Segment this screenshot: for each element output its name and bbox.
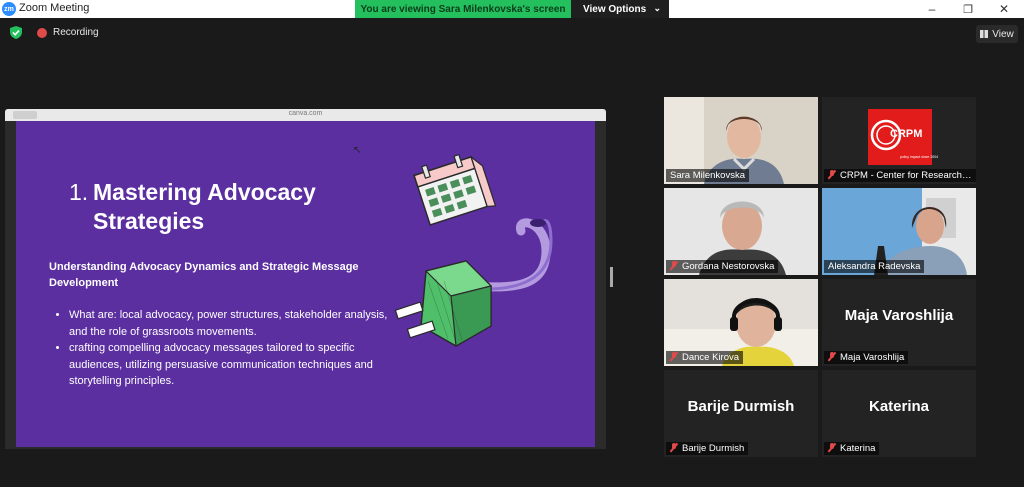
participant-name: Maja Varoshlija (824, 351, 909, 364)
muted-mic-icon (670, 443, 678, 452)
view-button-label: View (992, 28, 1014, 40)
participant-tile-sara[interactable]: Sara Milenkovska (664, 97, 818, 184)
chevron-down-icon: ⌄ (653, 3, 661, 13)
slide-title: 1. Mastering Advocacy Strategies (69, 178, 369, 236)
mouse-cursor-icon: ↖ (353, 145, 362, 156)
crpm-logo-text: CRPM (890, 128, 923, 140)
muted-mic-icon (828, 352, 836, 361)
slide-title-line1: Mastering Advocacy (93, 179, 316, 205)
restore-icon: ❐ (963, 3, 973, 16)
security-shield-icon[interactable] (10, 26, 22, 39)
shared-browser-bar: canva.com (5, 109, 606, 121)
minimize-button[interactable]: – (914, 0, 950, 18)
participant-tile-gordana[interactable]: Gordana Nestorovska (664, 188, 818, 275)
participant-tile-aleksandra[interactable]: Aleksandra Radevska (822, 188, 976, 275)
muted-mic-icon (828, 443, 836, 452)
slide-subtitle: Understanding Advocacy Dynamics and Stra… (49, 261, 359, 289)
participant-name: Barije Durmish (666, 442, 749, 455)
participant-name: Aleksandra Radevska (824, 260, 925, 273)
participant-name-placeholder: Katerina (868, 398, 930, 415)
viewing-screen-banner: You are viewing Sara Milenkovska's scree… (355, 0, 571, 18)
participant-name: Dance Kirova (666, 351, 744, 364)
view-button[interactable]: View (976, 25, 1018, 43)
maximize-button[interactable]: ❐ (950, 0, 986, 18)
slide-title-line2: Strategies (93, 208, 205, 234)
participant-tile-dance[interactable]: Dance Kirova (664, 279, 818, 366)
muted-mic-icon (670, 352, 678, 361)
participant-name: Katerina (824, 442, 880, 455)
participant-name: Gordana Nestorovska (666, 260, 779, 273)
close-icon: ✕ (998, 2, 1010, 16)
view-options-button[interactable]: View Options ⌄ (571, 0, 669, 18)
crpm-logo-tagline: policy impact since 2004 (900, 155, 939, 159)
participant-tile-crpm[interactable]: CRPM policy impact since 2004 CRPM - Cen… (822, 97, 976, 184)
grid-view-icon (980, 30, 989, 38)
view-options-label: View Options (583, 3, 647, 15)
participant-tile-maja[interactable]: Maja Varoshlija Maja Varoshlija (822, 279, 976, 366)
participant-name-placeholder: Maja Varoshlija (844, 307, 954, 324)
meeting-top-bar: Recording View (0, 18, 1024, 48)
shared-screen: canva.com ↖ 1. Mastering Advocacy Strate… (5, 109, 606, 449)
participant-name-placeholder: Barije Durmish (687, 398, 795, 415)
muted-mic-icon (828, 170, 836, 179)
zoom-logo-icon: zm (2, 2, 16, 16)
participant-tile-katerina[interactable]: Katerina Katerina (822, 370, 976, 457)
slide-number: 1. (69, 179, 89, 205)
recording-icon (37, 28, 47, 38)
recording-label: Recording (53, 27, 99, 38)
slide-bullets: What are: local advocacy, power structur… (49, 307, 404, 390)
minimize-icon: – (928, 2, 936, 16)
shared-url: canva.com (288, 110, 323, 117)
participant-name: CRPM - Center for Research and Policy Ma… (824, 169, 976, 182)
participant-tile-barije[interactable]: Barije Durmish Barije Durmish (664, 370, 818, 457)
muted-mic-icon (670, 261, 678, 270)
window-title: Zoom Meeting (19, 2, 90, 14)
split-resize-handle[interactable] (610, 267, 613, 287)
slide-bullet: What are: local advocacy, power structur… (69, 307, 404, 340)
participant-name: Sara Milenkovska (666, 169, 749, 182)
slide-bullet: crafting compelling advocacy messages ta… (69, 340, 404, 390)
close-button[interactable]: ✕ (986, 0, 1022, 18)
presentation-slide: ↖ 1. Mastering Advocacy Strategies Unders… (16, 121, 595, 447)
